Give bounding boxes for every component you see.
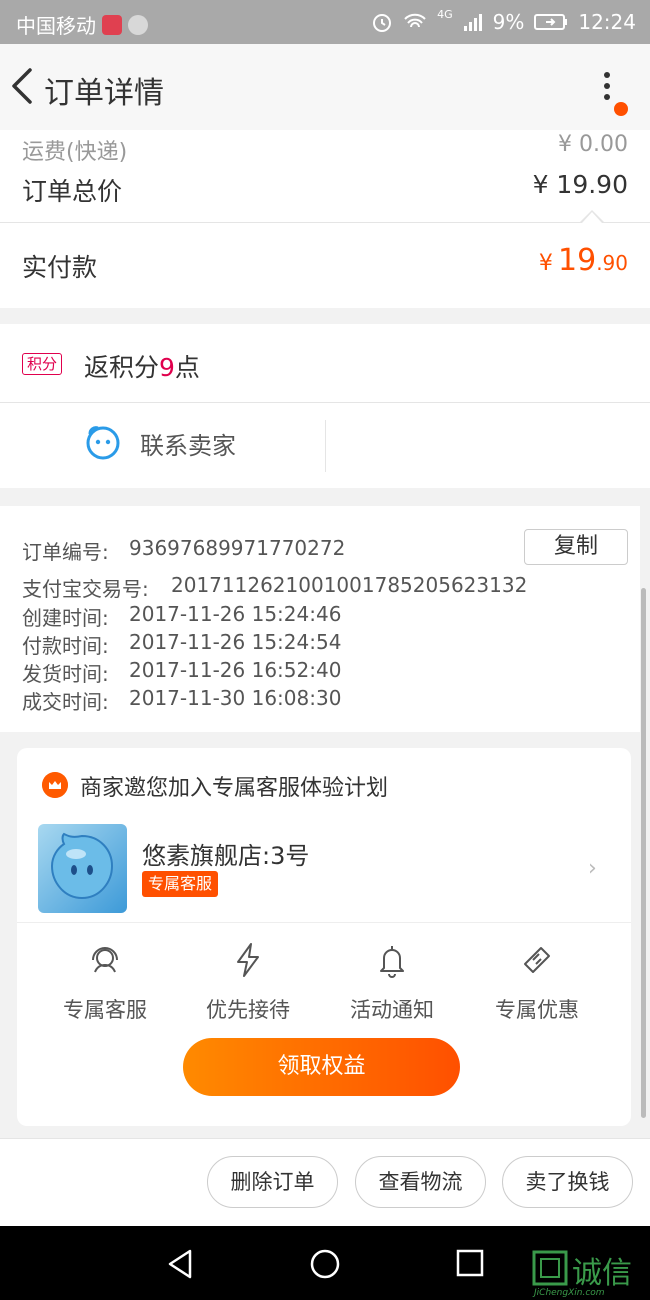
battery-percent: 9%	[492, 10, 525, 34]
back-arrow-icon[interactable]	[6, 64, 46, 108]
shipped-row: 发货时间: 2017-11-26 16:52:40	[22, 658, 341, 687]
benefit-exclusive-service[interactable]: 专属客服	[35, 934, 175, 1024]
alipay-row: 支付宝交易号: 2017112621001001785205623132	[22, 573, 527, 602]
benefit-label: 专属客服	[63, 998, 147, 1022]
benefit-label: 专属优惠	[495, 998, 579, 1022]
divider	[0, 402, 650, 403]
created-label: 创建时间:	[22, 606, 109, 630]
claim-benefits-button[interactable]: 领取权益	[183, 1038, 460, 1096]
chevron-right-icon[interactable]: ›	[588, 856, 597, 881]
paid-integer: 19	[558, 243, 597, 278]
delete-order-button[interactable]: 删除订单	[207, 1156, 338, 1208]
contact-seller-button[interactable]: 联系卖家	[84, 424, 236, 462]
watermark-subtext: JiChengXin.com	[534, 1288, 605, 1298]
view-logistics-button[interactable]: 查看物流	[355, 1156, 486, 1208]
watermark-logo: 诚信 JiChengXin.com	[530, 1248, 648, 1298]
paid-currency: ¥	[538, 251, 553, 276]
created-value: 2017-11-26 15:24:46	[129, 602, 342, 626]
copy-button[interactable]: 复制	[524, 529, 628, 565]
nav-bar: 订单详情	[0, 44, 650, 130]
smile-chat-icon	[86, 426, 120, 460]
shipping-label: 运费(快递)	[22, 140, 128, 165]
benefit-notification[interactable]: 活动通知	[322, 934, 462, 1024]
paid-decimal: .90	[596, 251, 628, 275]
notification-icon	[102, 14, 122, 35]
paid-time-label: 付款时间:	[22, 634, 109, 658]
points-prefix: 返积分	[84, 353, 160, 382]
battery-icon	[534, 14, 568, 30]
service-plan-title: 商家邀您加入专属客服体验计划	[80, 776, 389, 801]
benefit-label: 活动通知	[350, 998, 434, 1022]
points-badge: 积分	[22, 353, 63, 375]
store-avatar[interactable]	[38, 824, 127, 913]
store-tag: 专属客服	[142, 871, 219, 897]
coupon-icon	[524, 947, 550, 973]
paid-time-row: 付款时间: 2017-11-26 15:24:54	[22, 630, 341, 659]
unread-dot	[614, 102, 628, 116]
back-triangle-icon[interactable]	[166, 1248, 196, 1280]
divider	[0, 222, 650, 223]
app-notification-icon	[128, 14, 148, 35]
crown-icon	[42, 772, 68, 798]
watermark-seal-icon	[532, 1250, 568, 1286]
divider-caret-fill	[582, 212, 602, 223]
wifi-icon	[404, 13, 426, 28]
shipping-value: ¥ 0.00	[558, 132, 628, 157]
benefit-discount[interactable]: 专属优惠	[467, 934, 607, 1024]
resell-button[interactable]: 卖了换钱	[502, 1156, 633, 1208]
points-text: 返积分9点	[84, 348, 200, 384]
alipay-label: 支付宝交易号:	[22, 577, 149, 601]
watermark-text: 诚信	[572, 1256, 632, 1291]
shipped-label: 发货时间:	[22, 662, 109, 686]
closed-row: 成交时间: 2017-11-30 16:08:30	[22, 686, 341, 715]
clock: 12:24	[578, 10, 636, 34]
lightning-icon	[237, 943, 259, 977]
contact-seller-label: 联系卖家	[140, 431, 236, 460]
paid-value: ¥ 19.90	[539, 243, 628, 278]
shipped-value: 2017-11-26 16:52:40	[129, 658, 342, 682]
bell-icon	[380, 946, 404, 978]
closed-label: 成交时间:	[22, 690, 109, 714]
created-row: 创建时间: 2017-11-26 15:24:46	[22, 602, 341, 631]
recents-square-icon[interactable]	[455, 1248, 485, 1278]
vertical-divider	[325, 420, 326, 472]
divider	[17, 922, 631, 923]
carrier-label: 中国移动	[16, 14, 96, 38]
paid-time-value: 2017-11-26 15:24:54	[129, 630, 342, 654]
benefit-priority[interactable]: 优先接待	[178, 934, 318, 1024]
scrollbar[interactable]	[641, 588, 646, 1118]
order-number-value: 93697689971770272	[129, 536, 346, 560]
points-number: 9	[159, 353, 175, 382]
headset-icon	[92, 947, 118, 973]
paid-label: 实付款	[22, 253, 98, 282]
network-type-label: 4G	[437, 7, 453, 21]
benefit-label: 优先接待	[206, 998, 290, 1022]
points-suffix: 点	[174, 353, 200, 382]
status-bar: 中国移动 4G 9% 12:24	[0, 0, 650, 44]
alipay-value: 2017112621001001785205623132	[171, 573, 528, 597]
total-value: ¥ 19.90	[532, 170, 628, 199]
order-number-row: 订单编号: 93697689971770272	[22, 536, 345, 565]
more-menu-icon[interactable]	[592, 64, 622, 108]
alarm-icon	[373, 14, 392, 32]
mascot-icon	[50, 832, 114, 900]
page-title: 订单详情	[44, 76, 164, 111]
total-label: 订单总价	[22, 177, 123, 206]
closed-value: 2017-11-30 16:08:30	[129, 686, 342, 710]
home-circle-icon[interactable]	[309, 1248, 341, 1280]
store-name: 悠素旗舰店:3号	[142, 842, 310, 870]
order-number-label: 订单编号:	[22, 540, 109, 564]
signal-icon	[463, 14, 482, 31]
